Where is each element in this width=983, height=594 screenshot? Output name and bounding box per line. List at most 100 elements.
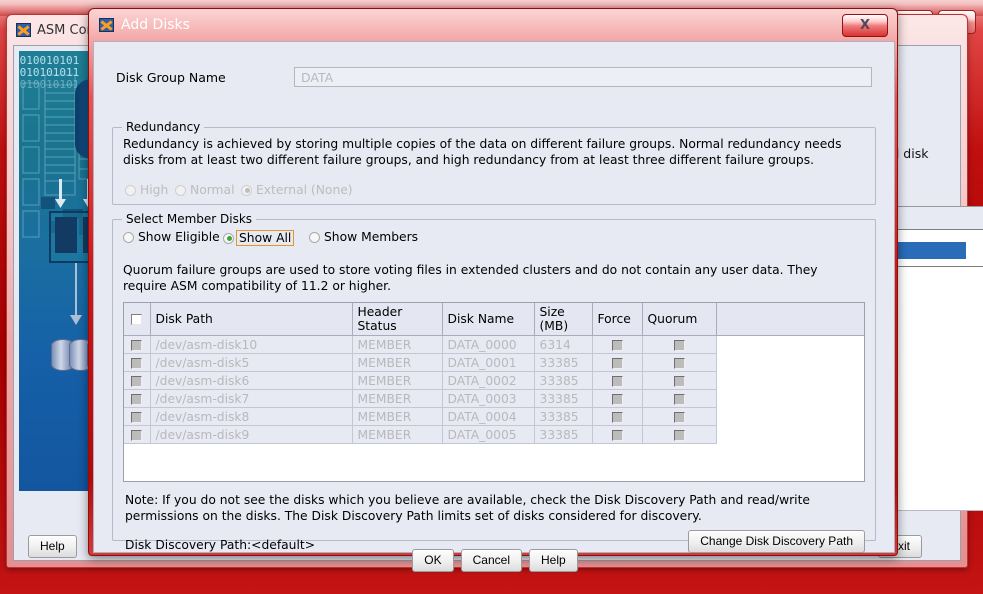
- help-button[interactable]: Help: [529, 549, 578, 572]
- select-member-disks-group: Select Member Disks Show Eligible Show A…: [112, 212, 876, 553]
- banner-arrow-head-3: [70, 315, 82, 325]
- radio-normal-icon[interactable]: [175, 184, 186, 196]
- row-quorum-cell[interactable]: [642, 371, 717, 390]
- row-select-cell[interactable]: [124, 353, 151, 372]
- cell-header-status: MEMBER: [352, 407, 443, 426]
- header-size-mb[interactable]: Size (MB): [534, 303, 593, 336]
- row-quorum-checkbox[interactable]: [673, 339, 685, 351]
- banner-server-unit-1: [55, 217, 77, 253]
- row-select-checkbox[interactable]: [131, 429, 143, 441]
- row-force-cell[interactable]: [592, 371, 643, 390]
- cell-disk-name: DATA_0003: [442, 389, 535, 408]
- dialog-button-bar: OK Cancel Help: [94, 549, 896, 572]
- radio-external-label: External (None): [256, 183, 353, 197]
- row-quorum-checkbox[interactable]: [673, 375, 685, 387]
- select-all-checkbox[interactable]: [131, 314, 143, 325]
- row-quorum-checkbox[interactable]: [673, 411, 685, 423]
- asm-help-button[interactable]: Help: [28, 535, 77, 558]
- row-quorum-cell[interactable]: [642, 407, 717, 426]
- desktop-background: X ASM Con 1010010101 1010101011 10100101…: [0, 0, 983, 594]
- row-force-checkbox[interactable]: [611, 393, 623, 405]
- cell-disk-name: DATA_0000: [442, 335, 535, 354]
- table-row[interactable]: /dev/asm-disk6 MEMBER DATA_0002 33385: [124, 371, 864, 390]
- radio-show-members-icon[interactable]: [309, 231, 320, 243]
- cell-disk-name: DATA_0001: [442, 353, 535, 372]
- add-disks-title: Add Disks: [121, 17, 190, 33]
- redundancy-option-normal[interactable]: Normal: [175, 183, 235, 197]
- row-force-cell[interactable]: [592, 335, 643, 354]
- header-filler: [716, 303, 864, 336]
- radio-show-members-label: Show Members: [324, 230, 419, 244]
- redundancy-description: Redundancy is achieved by storing multip…: [123, 137, 842, 167]
- table-row[interactable]: /dev/asm-disk7 MEMBER DATA_0003 33385: [124, 389, 864, 408]
- filter-show-members[interactable]: Show Members: [309, 230, 418, 244]
- cell-filler: [716, 407, 864, 426]
- header-force[interactable]: Force: [592, 303, 643, 336]
- filter-show-all[interactable]: Show All: [223, 230, 295, 246]
- disk-group-name-input[interactable]: DATA: [294, 67, 872, 87]
- row-force-cell[interactable]: [592, 389, 643, 408]
- table-row[interactable]: /dev/asm-disk9 MEMBER DATA_0005 33385: [124, 425, 864, 444]
- table-row[interactable]: /dev/asm-disk8 MEMBER DATA_0004 33385: [124, 407, 864, 426]
- filter-show-eligible[interactable]: Show Eligible: [123, 230, 220, 244]
- row-force-cell[interactable]: [592, 353, 643, 372]
- header-disk-path[interactable]: Disk Path: [150, 303, 353, 336]
- radio-show-all-label: Show All: [236, 230, 295, 246]
- select-member-disks-legend: Select Member Disks: [122, 212, 257, 226]
- radio-show-all-icon[interactable]: [223, 232, 234, 244]
- row-select-checkbox[interactable]: [131, 357, 143, 369]
- header-disk-name[interactable]: Disk Name: [442, 303, 535, 336]
- row-select-cell[interactable]: [124, 407, 151, 426]
- radio-external-icon[interactable]: [241, 184, 252, 196]
- row-quorum-checkbox[interactable]: [673, 393, 685, 405]
- radio-show-eligible-icon[interactable]: [123, 231, 134, 243]
- close-icon[interactable]: X: [842, 14, 888, 37]
- cell-size-mb: 33385: [534, 425, 593, 444]
- redundancy-option-high[interactable]: High: [125, 183, 168, 197]
- row-select-checkbox[interactable]: [131, 375, 143, 387]
- row-select-checkbox[interactable]: [131, 411, 143, 423]
- table-row[interactable]: /dev/asm-disk10 MEMBER DATA_0000 6314: [124, 335, 864, 354]
- redundancy-option-external[interactable]: External (None): [241, 183, 353, 197]
- header-quorum[interactable]: Quorum: [642, 303, 717, 336]
- row-force-cell[interactable]: [592, 425, 643, 444]
- asm-window-title: ASM Con: [37, 22, 95, 38]
- radio-high-icon[interactable]: [125, 184, 136, 196]
- cancel-button[interactable]: Cancel: [460, 549, 522, 572]
- row-force-checkbox[interactable]: [611, 411, 623, 423]
- row-quorum-cell[interactable]: [642, 389, 717, 408]
- table-row[interactable]: /dev/asm-disk5 MEMBER DATA_0001 33385: [124, 353, 864, 372]
- row-quorum-cell[interactable]: [642, 425, 717, 444]
- radio-high-label: High: [140, 183, 169, 197]
- row-select-checkbox[interactable]: [131, 339, 143, 351]
- row-force-cell[interactable]: [592, 407, 643, 426]
- row-quorum-checkbox[interactable]: [673, 357, 685, 369]
- row-select-checkbox[interactable]: [131, 393, 143, 405]
- member-disks-table-container[interactable]: Disk Path Header Status Disk Name Size (…: [123, 302, 865, 482]
- cell-filler: [716, 371, 864, 390]
- row-force-checkbox[interactable]: [611, 357, 623, 369]
- row-force-checkbox[interactable]: [611, 375, 623, 387]
- row-quorum-cell[interactable]: [642, 353, 717, 372]
- row-quorum-checkbox[interactable]: [673, 429, 685, 441]
- quorum-note: Quorum failure groups are used to store …: [123, 263, 818, 293]
- header-select-all-cell[interactable]: [124, 303, 151, 336]
- cell-disk-path: /dev/asm-disk8: [150, 407, 353, 426]
- header-header-status[interactable]: Header Status: [352, 303, 443, 336]
- discovery-note: Note: If you do not see the disks which …: [125, 493, 810, 523]
- cell-disk-path: /dev/asm-disk9: [150, 425, 353, 444]
- add-disks-dialog[interactable]: Add Disks X Disk Group Name DATA Redunda…: [88, 8, 898, 572]
- cell-header-status: MEMBER: [352, 353, 443, 372]
- ok-button[interactable]: OK: [412, 549, 454, 572]
- row-force-checkbox[interactable]: [611, 429, 623, 441]
- row-select-cell[interactable]: [124, 389, 151, 408]
- cell-size-mb: 33385: [534, 371, 593, 390]
- row-quorum-cell[interactable]: [642, 335, 717, 354]
- row-select-cell[interactable]: [124, 371, 151, 390]
- cell-header-status: MEMBER: [352, 335, 443, 354]
- cell-disk-name: DATA_0002: [442, 371, 535, 390]
- oracle-app-icon: [99, 18, 114, 32]
- row-select-cell[interactable]: [124, 335, 151, 354]
- row-select-cell[interactable]: [124, 425, 151, 444]
- row-force-checkbox[interactable]: [611, 339, 623, 351]
